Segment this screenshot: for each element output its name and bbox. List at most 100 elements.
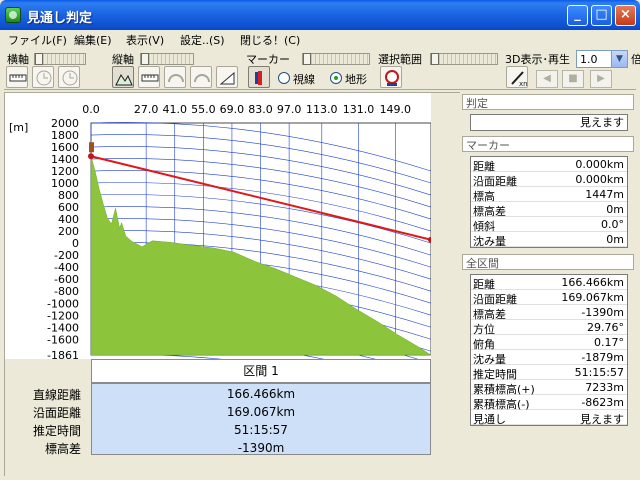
ruler-icon — [9, 74, 27, 82]
judgement-result: 見えます — [470, 114, 628, 131]
x-tick-label: 97.0 — [277, 103, 302, 116]
elevation-diff-value: -1390m — [237, 441, 285, 455]
x-tick-label: 131.0 — [343, 103, 375, 116]
mountain-icon — [115, 74, 133, 86]
property-value: 0.000km — [575, 158, 624, 171]
start-point — [88, 153, 94, 160]
slope-button[interactable] — [216, 66, 238, 88]
property-value: 1447m — [585, 188, 624, 201]
marker-header: マーカー — [462, 136, 634, 152]
property-value: 0m — [606, 233, 624, 246]
chart-right-margin — [431, 93, 461, 477]
playback-speed-select[interactable]: 1.0 ▼ — [576, 50, 628, 68]
radio-sightline[interactable] — [278, 72, 290, 84]
marker-toggle-button[interactable] — [248, 66, 270, 88]
compass-icon: xn — [511, 71, 527, 87]
clock-icon — [62, 70, 78, 86]
property-value: 0.17° — [594, 336, 624, 349]
judgement-header: 判定 — [462, 94, 634, 110]
maximize-button[interactable]: □ — [591, 5, 612, 26]
gauge-icon — [194, 74, 210, 83]
info-panel: 判定 見えます マーカー 距離 0.000km 沿面距離 0.000km 標高 1447m… — [462, 92, 636, 476]
x-tick-label: 41.0 — [162, 103, 187, 116]
slider-thumb[interactable] — [303, 53, 311, 65]
y-unit-label: [m] — [9, 121, 28, 134]
gauge-button[interactable] — [164, 66, 186, 88]
slider-thumb[interactable] — [141, 53, 149, 65]
radio-terrain[interactable] — [330, 72, 342, 84]
selection-range-slider[interactable] — [430, 53, 498, 65]
terrain-profile-button[interactable] — [112, 66, 134, 88]
menu-file[interactable]: ファイル(F) — [8, 32, 67, 48]
property-value: 0.0° — [601, 218, 624, 231]
x-tick-label: 69.0 — [220, 103, 245, 116]
radio-sightline-label: 視線 — [293, 73, 315, 86]
horizontal-scale-button[interactable] — [6, 66, 28, 88]
table-row: 距離 166.466km — [471, 275, 627, 291]
table-row: 沈み量 -1879m — [471, 350, 627, 366]
menu-settings[interactable]: 設定..(S) — [180, 32, 225, 48]
minimize-button[interactable]: _ — [567, 5, 588, 26]
rewind-button[interactable]: ◀ — [536, 70, 558, 88]
menu-close[interactable]: 閉じる！(C) — [240, 32, 300, 48]
property-value: 169.067km — [561, 291, 624, 304]
slope-icon — [219, 71, 235, 85]
observer-icon — [385, 70, 399, 86]
table-row: 沿面距離 0.000km — [471, 172, 627, 188]
table-row: 推定時間 51:15:57 — [471, 365, 627, 381]
marker-label: マーカー — [246, 53, 290, 66]
total-properties: 距離 166.466km 沿面距離 169.067km 標高差 -1390m 方位 29.76… — [470, 274, 628, 426]
close-button[interactable]: × — [615, 5, 636, 26]
vertical-axis-label: 縦軸 — [112, 53, 134, 66]
table-row: 標高差 0m — [471, 202, 627, 218]
compass-button[interactable]: xn — [506, 66, 528, 88]
straight-distance-value: 166.466km — [226, 387, 296, 401]
table-row: 距離 0.000km — [471, 157, 627, 173]
property-value: -1390m — [581, 306, 624, 319]
x-tick-label: 83.0 — [248, 103, 273, 116]
stop-button[interactable]: ■ — [562, 70, 584, 88]
play-button[interactable]: ▶ — [590, 70, 612, 88]
vertical-axis-slider[interactable] — [140, 53, 194, 65]
property-key: 見通し — [473, 413, 506, 426]
table-row: 累積標高(+) 7233m — [471, 380, 627, 396]
vertical-scale-button[interactable] — [138, 66, 160, 88]
slider-thumb[interactable] — [35, 53, 43, 65]
window-title: 見通し判定 — [27, 11, 93, 26]
property-value: 7233m — [585, 381, 624, 394]
surface-distance-label: 沿面距離 — [32, 406, 81, 420]
y-tick-label: -1600 — [47, 333, 79, 346]
radio-terrain-label: 地形 — [345, 73, 367, 86]
gauge-alt-button[interactable] — [190, 66, 212, 88]
x-tick-label: 113.0 — [306, 103, 338, 116]
x-tick-label: 0.0 — [82, 103, 100, 116]
chevron-down-icon[interactable]: ▼ — [611, 51, 627, 67]
clock-icon — [36, 70, 52, 86]
y-tick-label: -1861 — [47, 349, 79, 359]
table-row: 方位 29.76° — [471, 320, 627, 336]
section-values: 166.466km 169.067km 51:15:57 -1390m — [91, 383, 431, 455]
profile-chart[interactable]: 2000180016001400120010008006004002000-20… — [5, 93, 461, 359]
table-row: 傾斜 0.0° — [471, 217, 627, 233]
zoom-in-button[interactable] — [32, 66, 54, 88]
menu-edit[interactable]: 編集(E) — [74, 32, 112, 48]
menu-view[interactable]: 表示(V) — [126, 32, 164, 48]
chart-bottom-margin — [5, 455, 461, 477]
gauge-icon — [168, 74, 184, 83]
estimated-time-label: 推定時間 — [32, 424, 81, 438]
zoom-out-button[interactable] — [58, 66, 80, 88]
toolbar: 横軸 縦軸 マーカー 選択範囲 3D表示･再生 1.0 ▼ 倍 視線 地形 xn… — [4, 48, 640, 90]
section-header: 区間 1 — [91, 359, 431, 383]
profile-chart-area: 2000 1800 1600 1400 1200 1000 800 600 400 200 0 -20… — [4, 92, 461, 477]
observer-button[interactable] — [380, 66, 402, 88]
table-row: 見通し 見えます — [471, 410, 627, 426]
marker-slider[interactable] — [302, 53, 370, 65]
surface-distance-value: 169.067km — [226, 405, 296, 419]
horizontal-axis-slider[interactable] — [34, 53, 86, 65]
table-row: 累積標高(-) -8623m — [471, 395, 627, 411]
total-header: 全区間 — [462, 254, 634, 270]
property-value: -1879m — [581, 351, 624, 364]
slider-thumb[interactable] — [431, 53, 439, 65]
property-value: -8623m — [581, 396, 624, 409]
x-tick-label: 149.0 — [380, 103, 412, 116]
